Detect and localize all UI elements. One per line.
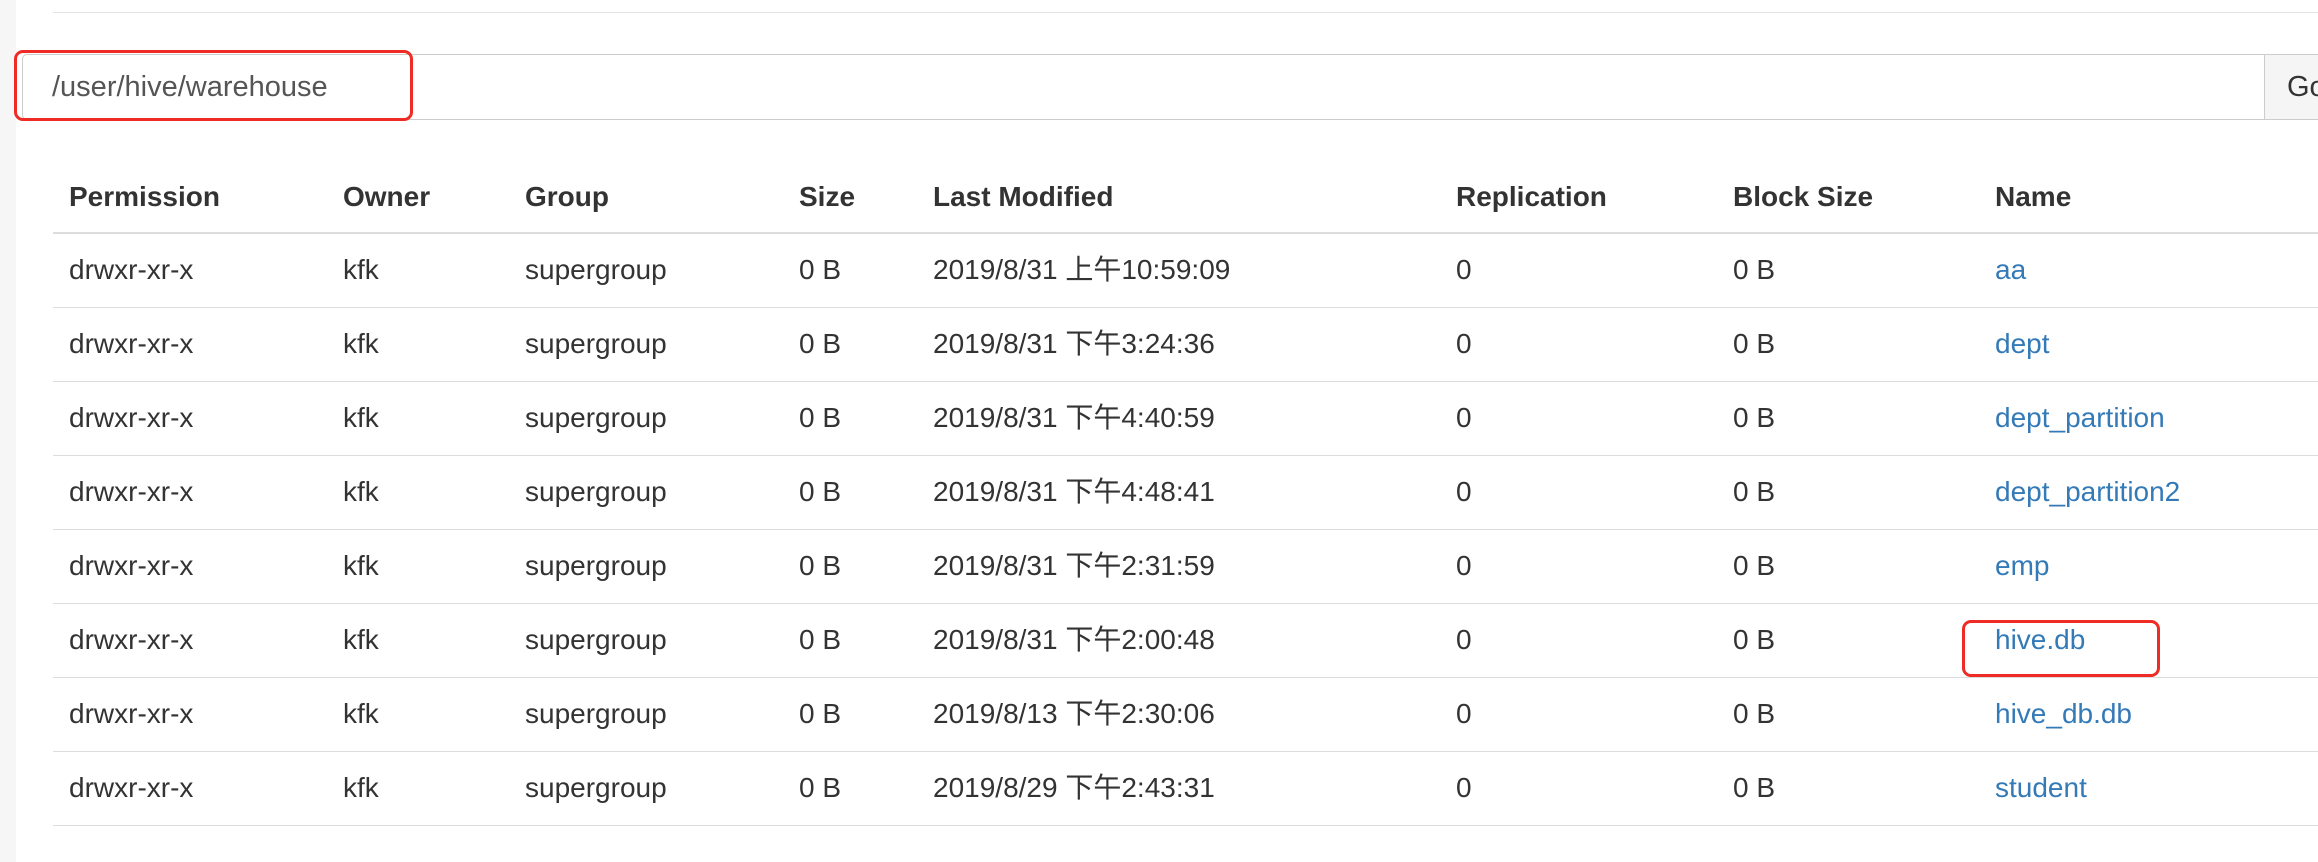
cell-size: 0 B bbox=[799, 402, 842, 433]
cell-block-size: 0 B bbox=[1733, 698, 1776, 729]
header-replication[interactable]: Replication bbox=[1456, 162, 1607, 232]
cell-owner: kfk bbox=[343, 254, 379, 285]
cell-last-modified: 2019/8/31 下午3:24:36 bbox=[933, 328, 1215, 359]
name-link[interactable]: dept_partition2 bbox=[1995, 456, 2180, 528]
file-listing-table: Permission Owner Group Size Last Modifie… bbox=[53, 162, 2318, 826]
cell-size: 0 B bbox=[799, 254, 842, 285]
cell-replication: 0 bbox=[1456, 476, 1472, 507]
cell-owner: kfk bbox=[343, 624, 379, 655]
cell-block-size: 0 B bbox=[1733, 402, 1776, 433]
cell-owner: kfk bbox=[343, 698, 379, 729]
cell-last-modified: 2019/8/31 上午10:59:09 bbox=[933, 254, 1231, 285]
cell-permission: drwxr-xr-x bbox=[69, 550, 194, 581]
cell-permission: drwxr-xr-x bbox=[69, 698, 194, 729]
cell-group: supergroup bbox=[525, 772, 667, 803]
cell-owner: kfk bbox=[343, 328, 379, 359]
cell-replication: 0 bbox=[1456, 254, 1472, 285]
cell-block-size: 0 B bbox=[1733, 254, 1776, 285]
top-divider bbox=[53, 12, 2318, 13]
cell-block-size: 0 B bbox=[1733, 550, 1776, 581]
cell-block-size: 0 B bbox=[1733, 476, 1776, 507]
table-row: drwxr-xr-x kfk supergroup 0 B 2019/8/31 … bbox=[53, 456, 2318, 530]
cell-last-modified: 2019/8/13 下午2:30:06 bbox=[933, 698, 1215, 729]
cell-permission: drwxr-xr-x bbox=[69, 328, 194, 359]
cell-last-modified: 2019/8/31 下午2:00:48 bbox=[933, 624, 1215, 655]
header-name[interactable]: Name bbox=[1995, 162, 2071, 232]
cell-size: 0 B bbox=[799, 772, 842, 803]
cell-replication: 0 bbox=[1456, 402, 1472, 433]
cell-size: 0 B bbox=[799, 476, 842, 507]
cell-group: supergroup bbox=[525, 550, 667, 581]
name-link[interactable]: emp bbox=[1995, 530, 2049, 602]
cell-size: 0 B bbox=[799, 328, 842, 359]
name-link[interactable]: hive.db bbox=[1995, 604, 2085, 676]
cell-last-modified: 2019/8/31 下午2:31:59 bbox=[933, 550, 1215, 581]
table-row: drwxr-xr-x kfk supergroup 0 B 2019/8/13 … bbox=[53, 678, 2318, 752]
path-input[interactable] bbox=[23, 55, 2264, 119]
cell-owner: kfk bbox=[343, 402, 379, 433]
go-button[interactable]: Go! bbox=[2264, 54, 2318, 120]
cell-replication: 0 bbox=[1456, 698, 1472, 729]
cell-block-size: 0 B bbox=[1733, 624, 1776, 655]
cell-group: supergroup bbox=[525, 698, 667, 729]
name-link[interactable]: dept bbox=[1995, 308, 2050, 380]
cell-group: supergroup bbox=[525, 624, 667, 655]
cell-owner: kfk bbox=[343, 550, 379, 581]
header-block-size[interactable]: Block Size bbox=[1733, 162, 1873, 232]
cell-group: supergroup bbox=[525, 254, 667, 285]
cell-last-modified: 2019/8/29 下午2:43:31 bbox=[933, 772, 1215, 803]
cell-last-modified: 2019/8/31 下午4:48:41 bbox=[933, 476, 1215, 507]
table-header-row: Permission Owner Group Size Last Modifie… bbox=[53, 162, 2318, 234]
cell-replication: 0 bbox=[1456, 772, 1472, 803]
header-owner[interactable]: Owner bbox=[343, 162, 430, 232]
cell-replication: 0 bbox=[1456, 550, 1472, 581]
cell-permission: drwxr-xr-x bbox=[69, 476, 194, 507]
cell-owner: kfk bbox=[343, 476, 379, 507]
cell-replication: 0 bbox=[1456, 624, 1472, 655]
left-page-edge bbox=[0, 0, 16, 862]
header-group[interactable]: Group bbox=[525, 162, 609, 232]
cell-owner: kfk bbox=[343, 772, 379, 803]
table-row: drwxr-xr-x kfk supergroup 0 B 2019/8/31 … bbox=[53, 530, 2318, 604]
cell-permission: drwxr-xr-x bbox=[69, 772, 194, 803]
cell-group: supergroup bbox=[525, 476, 667, 507]
cell-size: 0 B bbox=[799, 698, 842, 729]
header-last-modified[interactable]: Last Modified bbox=[933, 162, 1113, 232]
cell-block-size: 0 B bbox=[1733, 772, 1776, 803]
table-row: drwxr-xr-x kfk supergroup 0 B 2019/8/29 … bbox=[53, 752, 2318, 826]
name-link[interactable]: student bbox=[1995, 752, 2087, 824]
table-row: drwxr-xr-x kfk supergroup 0 B 2019/8/31 … bbox=[53, 308, 2318, 382]
table-row: drwxr-xr-x kfk supergroup 0 B 2019/8/31 … bbox=[53, 382, 2318, 456]
cell-group: supergroup bbox=[525, 402, 667, 433]
cell-last-modified: 2019/8/31 下午4:40:59 bbox=[933, 402, 1215, 433]
header-permission[interactable]: Permission bbox=[69, 162, 220, 232]
name-link[interactable]: hive_db.db bbox=[1995, 678, 2132, 750]
name-link[interactable]: dept_partition bbox=[1995, 382, 2165, 454]
cell-size: 0 B bbox=[799, 624, 842, 655]
name-link[interactable]: aa bbox=[1995, 234, 2026, 306]
header-size[interactable]: Size bbox=[799, 162, 855, 232]
cell-permission: drwxr-xr-x bbox=[69, 624, 194, 655]
cell-size: 0 B bbox=[799, 550, 842, 581]
cell-replication: 0 bbox=[1456, 328, 1472, 359]
table-row: drwxr-xr-x kfk supergroup 0 B 2019/8/31 … bbox=[53, 234, 2318, 308]
cell-permission: drwxr-xr-x bbox=[69, 402, 194, 433]
cell-block-size: 0 B bbox=[1733, 328, 1776, 359]
cell-group: supergroup bbox=[525, 328, 667, 359]
path-bar: Go! bbox=[22, 54, 2318, 120]
table-row: drwxr-xr-x kfk supergroup 0 B 2019/8/31 … bbox=[53, 604, 2318, 678]
cell-permission: drwxr-xr-x bbox=[69, 254, 194, 285]
